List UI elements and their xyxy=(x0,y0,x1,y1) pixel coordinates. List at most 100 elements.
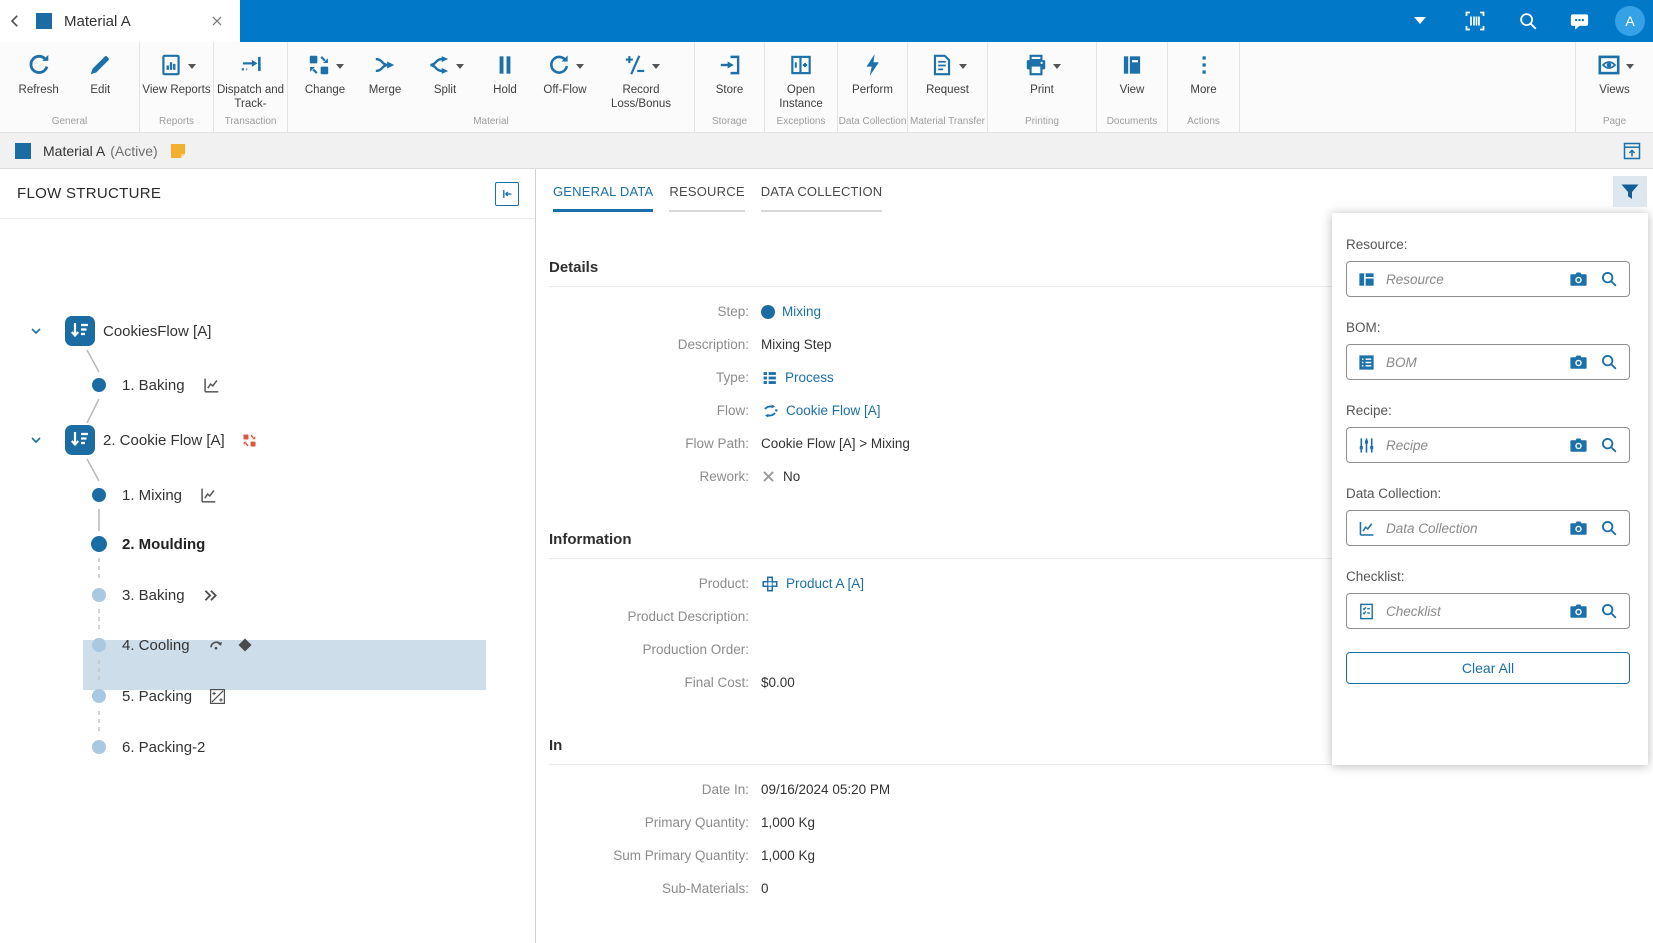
perform-icon xyxy=(860,52,886,78)
close-tab-button[interactable] xyxy=(210,14,224,28)
camera-icon[interactable] xyxy=(1568,352,1589,373)
search-icon[interactable] xyxy=(1599,518,1619,538)
step-dot-icon xyxy=(92,488,106,502)
camera-icon[interactable] xyxy=(1568,435,1589,456)
tab-data-collection[interactable]: DATA COLLECTION xyxy=(760,183,884,212)
tab-general-data[interactable]: GENERAL DATA xyxy=(552,183,654,212)
camera-icon[interactable] xyxy=(1568,518,1589,539)
resource-input-box[interactable] xyxy=(1346,261,1630,297)
request-button[interactable]: Request xyxy=(925,50,971,98)
tree-node-moulding[interactable]: 2. Moulding xyxy=(0,529,535,559)
filter-recipe: Recipe: xyxy=(1346,403,1630,463)
messages-button[interactable] xyxy=(1566,8,1592,34)
search-button[interactable] xyxy=(1515,8,1541,34)
open-instance-button[interactable]: Open Instance xyxy=(765,50,837,112)
tree-node-packing-2[interactable]: 6. Packing-2 xyxy=(0,732,535,762)
back-chevron-icon xyxy=(6,12,24,30)
merge-button[interactable]: Merge xyxy=(362,50,408,98)
filter-resource: Resource: xyxy=(1346,237,1630,297)
tree-node-label: 4. Cooling xyxy=(122,637,190,654)
flow-tree: CookiesFlow [A] 1. Baking 2. Cookie Flow… xyxy=(0,219,535,942)
store-icon xyxy=(717,52,743,78)
tree-node-baking-3[interactable]: 3. Baking xyxy=(0,580,535,610)
refresh-button[interactable]: Refresh xyxy=(16,50,62,98)
print-button[interactable]: Print xyxy=(1019,50,1065,98)
tree-node-cookie-flow[interactable]: 2. Cookie Flow [A] xyxy=(0,425,535,455)
field-primary-quantity: Primary Quantity: 1,000 Kg xyxy=(549,806,1653,839)
camera-icon[interactable] xyxy=(1568,601,1589,622)
collapse-panel-button[interactable] xyxy=(495,182,519,206)
search-icon[interactable] xyxy=(1599,435,1619,455)
bom-icon xyxy=(1357,353,1376,372)
filter-toggle-button[interactable] xyxy=(1613,176,1647,207)
split-button[interactable]: Split xyxy=(422,50,468,98)
perform-button[interactable]: Perform xyxy=(850,50,896,98)
barcode-scan-button[interactable] xyxy=(1462,8,1488,34)
camera-icon[interactable] xyxy=(1568,269,1589,290)
refresh-icon xyxy=(26,52,52,78)
document-tab[interactable]: Material A xyxy=(0,0,240,42)
popout-button[interactable] xyxy=(1622,141,1642,161)
tree-node-baking-1[interactable]: 1. Baking xyxy=(0,370,535,400)
sampling-icon xyxy=(208,687,227,706)
bom-input-box[interactable] xyxy=(1346,344,1630,380)
back-button[interactable] xyxy=(0,12,30,30)
top-bar: Material A A xyxy=(0,0,1653,42)
dispatch-and-track-button[interactable]: Dispatch and Track- xyxy=(214,50,287,112)
flow-node-icon xyxy=(65,316,95,346)
flow-path-value: Cookie Flow [A] > Mixing xyxy=(761,436,910,451)
edit-icon xyxy=(87,52,113,78)
dropdown-caret-icon xyxy=(1626,64,1634,69)
view-documents-button[interactable]: View xyxy=(1109,50,1155,98)
record-loss-bonus-button[interactable]: Record Loss/Bonus xyxy=(602,50,680,112)
change-button[interactable]: Change xyxy=(302,50,348,98)
search-icon[interactable] xyxy=(1599,269,1619,289)
ribbon-group-label: Page xyxy=(1576,116,1653,127)
resource-input[interactable] xyxy=(1386,272,1558,287)
close-icon xyxy=(210,14,224,28)
step-dot-icon xyxy=(92,378,106,392)
checklist-input[interactable] xyxy=(1386,604,1558,619)
recipe-icon xyxy=(1357,436,1376,455)
chevron-down-icon[interactable] xyxy=(28,323,44,339)
views-button[interactable]: Views xyxy=(1592,50,1638,98)
view-reports-button[interactable]: View Reports xyxy=(142,50,210,98)
breadcrumb: Material A (Active) xyxy=(0,133,1653,169)
recipe-input[interactable] xyxy=(1386,438,1558,453)
tab-resource[interactable]: RESOURCE xyxy=(668,183,745,212)
data-collection-input[interactable] xyxy=(1386,521,1558,536)
more-button[interactable]: More xyxy=(1181,50,1227,98)
bom-input[interactable] xyxy=(1386,355,1558,370)
ribbon-spacer xyxy=(1240,42,1575,132)
rework-value: No xyxy=(783,469,800,484)
user-avatar[interactable]: A xyxy=(1615,6,1645,36)
note-icon[interactable] xyxy=(170,143,186,159)
collapse-left-icon xyxy=(499,186,515,202)
topbar-dropdown-caret[interactable] xyxy=(1414,17,1426,24)
checklist-input-box[interactable] xyxy=(1346,593,1630,629)
primary-quantity-value: 1,000 Kg xyxy=(761,815,815,830)
ribbon-group-data-collection: Perform Data Collection xyxy=(838,42,908,132)
hold-button[interactable]: Hold xyxy=(482,50,528,98)
data-collection-input-box[interactable] xyxy=(1346,510,1630,546)
flow-structure-panel: FLOW STRUCTURE CookiesFlow [A] xyxy=(0,169,536,943)
tree-node-packing[interactable]: 5. Packing xyxy=(0,681,535,711)
search-icon[interactable] xyxy=(1599,601,1619,621)
clear-all-button[interactable]: Clear All xyxy=(1346,652,1630,684)
tree-node-label: 2. Cookie Flow [A] xyxy=(103,432,225,449)
chevron-down-icon[interactable] xyxy=(28,432,44,448)
search-icon[interactable] xyxy=(1599,352,1619,372)
filter-label: BOM: xyxy=(1346,320,1630,335)
filter-label: Resource: xyxy=(1346,237,1630,252)
recipe-input-box[interactable] xyxy=(1346,427,1630,463)
report-icon xyxy=(158,52,184,78)
edit-button[interactable]: Edit xyxy=(77,50,123,98)
tree-node-cooling[interactable]: 4. Cooling xyxy=(0,630,535,660)
loss-bonus-icon xyxy=(622,52,648,78)
tree-node-mixing[interactable]: 1. Mixing xyxy=(0,480,535,510)
popout-icon xyxy=(1622,141,1642,161)
field-date-in: Date In: 09/16/2024 05:20 PM xyxy=(549,773,1653,806)
off-flow-button[interactable]: Off-Flow xyxy=(542,50,588,98)
tree-node-cookiesflow[interactable]: CookiesFlow [A] xyxy=(0,316,535,346)
store-button[interactable]: Store xyxy=(707,50,753,98)
